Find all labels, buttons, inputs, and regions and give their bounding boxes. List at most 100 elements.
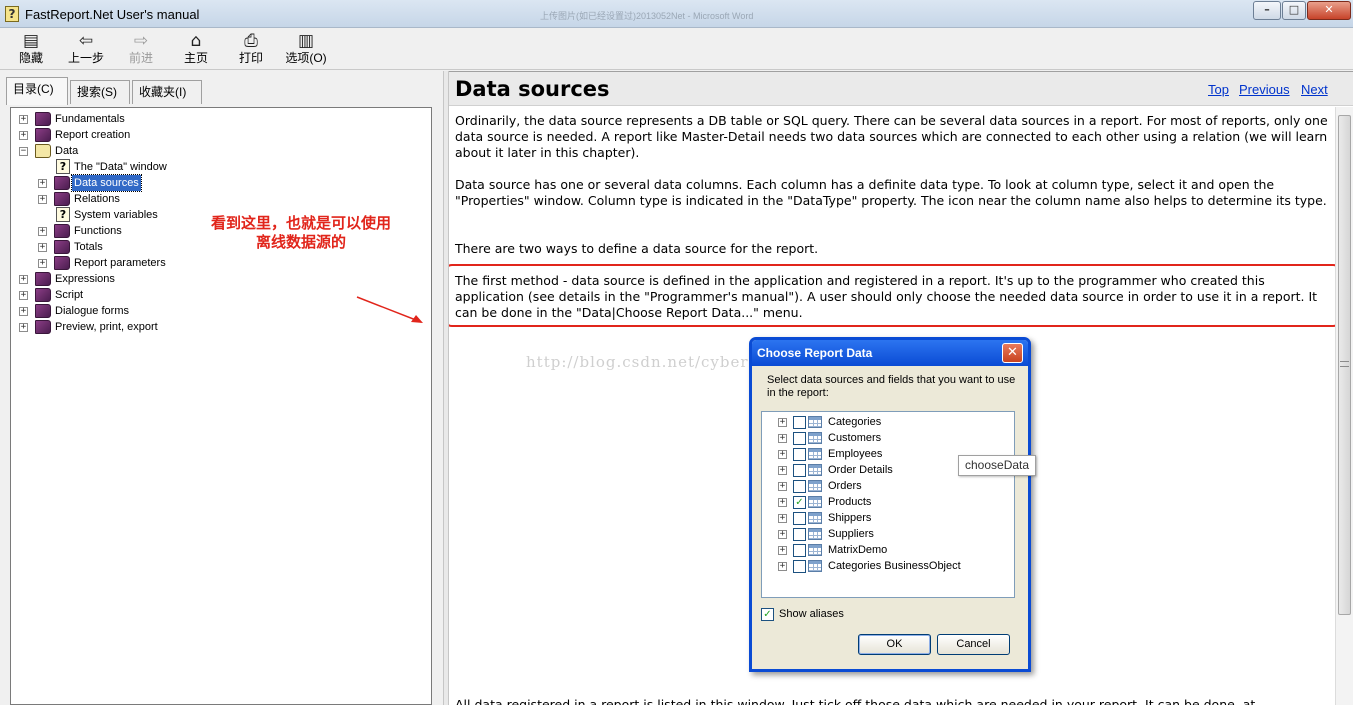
back-button[interactable]: ⇦ 上一步 (62, 31, 110, 69)
checkbox[interactable] (793, 528, 806, 541)
checkbox[interactable] (793, 560, 806, 573)
back-label: 上一步 (67, 51, 104, 65)
home-button[interactable]: ⌂ 主页 (173, 31, 219, 69)
table-icon (808, 544, 822, 556)
tab-search[interactable]: 搜索(S) (70, 80, 130, 104)
checkbox[interactable] (793, 448, 806, 461)
options-button[interactable]: ▥ 选项(O) (281, 31, 331, 69)
list-item[interactable]: + Categories BusinessObject (762, 558, 1012, 574)
list-item[interactable]: + MatrixDemo (762, 542, 1012, 558)
minimize-button[interactable]: – (1253, 1, 1281, 20)
expand-icon[interactable]: + (38, 259, 47, 268)
next-link[interactable]: Next (1301, 82, 1328, 97)
home-label: 主页 (183, 51, 208, 65)
window-title: FastReport.Net User's manual (25, 7, 200, 22)
expand-icon[interactable]: + (778, 498, 787, 507)
table-icon (808, 480, 822, 492)
cancel-button[interactable]: Cancel (937, 634, 1010, 655)
print-button[interactable]: ⎙ 打印 (228, 31, 274, 69)
expand-icon[interactable]: + (778, 562, 787, 571)
expand-icon[interactable]: + (778, 418, 787, 427)
scrollbar-grip-icon (1340, 361, 1349, 367)
checkbox[interactable] (793, 480, 806, 493)
list-item-label: Shippers (828, 512, 872, 524)
list-item[interactable]: + Categories (762, 414, 1012, 430)
expand-icon[interactable]: + (38, 227, 47, 236)
expand-icon[interactable]: + (19, 275, 28, 284)
book-icon (35, 320, 51, 334)
book-icon (35, 112, 51, 126)
book-icon (35, 288, 51, 302)
expand-icon[interactable]: + (778, 482, 787, 491)
book-icon (35, 272, 51, 286)
tab-contents[interactable]: 目录(C) (6, 77, 68, 105)
expand-icon[interactable]: + (19, 115, 28, 124)
expand-icon[interactable]: + (778, 466, 787, 475)
table-icon (808, 432, 822, 444)
expand-icon[interactable]: + (19, 323, 28, 332)
tree-item-label-selected: Data sources (71, 174, 142, 192)
expand-icon[interactable]: + (19, 307, 28, 316)
toolbar: ▤ 隐藏 ⇦ 上一步 ⇨ 前进 ⌂ 主页 ⎙ 打印 ▥ 选项(O) (0, 28, 1353, 70)
ok-button[interactable]: OK (858, 634, 931, 655)
forward-label: 前进 (128, 51, 153, 65)
tree-item-label: Data (55, 145, 79, 157)
vertical-scrollbar[interactable] (1335, 107, 1353, 705)
expand-icon[interactable]: + (778, 530, 787, 539)
paragraph-intro: Ordinarily, the data source represents a… (455, 113, 1328, 160)
printer-icon: ⎙ (244, 31, 258, 51)
checkbox[interactable] (793, 432, 806, 445)
dialog-description: Select data sources and fields that you … (767, 374, 1016, 399)
home-icon: ⌂ (190, 31, 202, 51)
annotation-line-1: 看到这里，也就是可以使用 (210, 215, 391, 232)
list-item[interactable]: + Suppliers (762, 526, 1012, 542)
checkbox[interactable] (793, 416, 806, 429)
table-icon (808, 464, 822, 476)
previous-link[interactable]: Previous (1239, 82, 1290, 97)
maximize-button[interactable]: □ (1282, 1, 1306, 20)
collapse-icon[interactable]: − (19, 147, 28, 156)
expand-icon[interactable]: + (778, 450, 787, 459)
expand-icon[interactable]: + (19, 131, 28, 140)
paragraph-registered-data: All data registered in a report is liste… (455, 697, 1256, 705)
dialog-title: Choose Report Data (752, 340, 1028, 366)
list-item[interactable]: + Shippers (762, 510, 1012, 526)
help-book-icon: ? (5, 6, 19, 22)
checkbox[interactable] (793, 512, 806, 525)
checkbox-checked[interactable]: ✓ (793, 496, 806, 509)
tab-favorites[interactable]: 收藏夹(I) (132, 80, 202, 104)
expand-icon[interactable]: + (19, 291, 28, 300)
checkbox[interactable] (793, 464, 806, 477)
list-item-label: Products (828, 496, 872, 508)
close-button[interactable]: ✕ (1307, 1, 1351, 20)
list-item-label: Order Details (828, 464, 893, 476)
hide-icon: ▤ (22, 31, 40, 51)
page-title: Data sources (455, 77, 610, 101)
topic-header: Data sources Top Previous Next (449, 72, 1353, 106)
expand-icon[interactable]: + (778, 434, 787, 443)
hide-button[interactable]: ▤ 隐藏 (8, 31, 54, 69)
list-item[interactable]: + ✓ Products (762, 494, 1012, 510)
hide-label: 隐藏 (18, 51, 43, 65)
table-icon (808, 528, 822, 540)
expand-icon[interactable]: + (38, 179, 47, 188)
tree-item-label: Expressions (55, 273, 115, 285)
list-item-label: Customers (828, 432, 882, 444)
top-link[interactable]: Top (1208, 82, 1229, 97)
expand-icon[interactable]: + (38, 195, 47, 204)
print-label: 打印 (238, 51, 263, 65)
show-aliases-checkbox[interactable]: ✓ (761, 608, 774, 621)
table-icon (808, 512, 822, 524)
tree-item-label: Report parameters (74, 257, 166, 269)
expand-icon[interactable]: + (778, 514, 787, 523)
expand-icon[interactable]: + (38, 243, 47, 252)
forward-button[interactable]: ⇨ 前进 (118, 31, 164, 69)
checkbox[interactable] (793, 544, 806, 557)
list-item-label: Orders (828, 480, 862, 492)
list-item[interactable]: + Customers (762, 430, 1012, 446)
tree-item-label: Report creation (55, 129, 131, 141)
dialog-close-button[interactable]: ✕ (1002, 343, 1023, 363)
list-item[interactable]: + Orders (762, 478, 1012, 494)
options-label: 选项(O) (285, 51, 327, 65)
expand-icon[interactable]: + (778, 546, 787, 555)
